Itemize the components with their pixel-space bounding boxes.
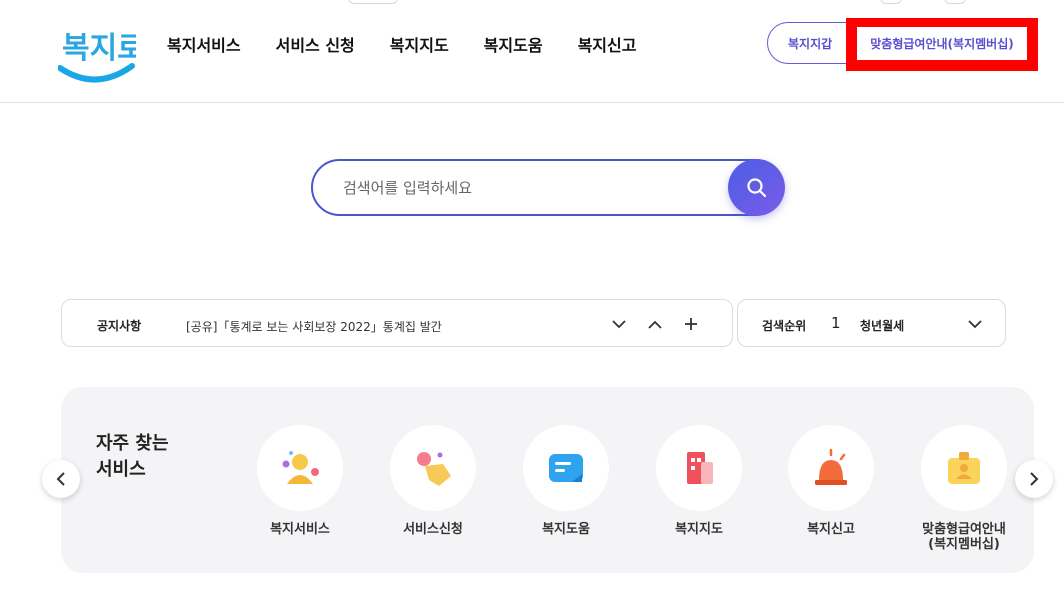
- ranking-number: 1: [831, 314, 841, 332]
- nav-welfare-map[interactable]: 복지지도: [390, 32, 449, 56]
- ranking-expand-button[interactable]: [965, 314, 985, 334]
- main-nav: 복지서비스 서비스 신청 복지지도 복지도움 복지신고: [167, 32, 671, 56]
- service-help[interactable]: 복지도움: [511, 425, 621, 537]
- notice-title: 공지사항: [97, 319, 142, 333]
- nav-welfare-service[interactable]: 복지서비스: [167, 32, 241, 56]
- service-icon-circle: [788, 425, 874, 511]
- service-label: 복지서비스: [270, 522, 330, 537]
- favorites-title-line1: 자주 찾는: [96, 433, 169, 454]
- notice-more-button[interactable]: [681, 314, 701, 334]
- service-apply[interactable]: 서비스신청: [378, 425, 488, 537]
- service-label: 맞춤형급여안내 (복지멤버십): [922, 522, 1006, 552]
- search-icon: [746, 177, 766, 197]
- favorite-services: 자주 찾는 서비스 복지서비스 서비스신청 복지도움 복지지도 복지신고 맞춤형…: [61, 387, 1034, 573]
- search-ranking[interactable]: 검색순위 1 청년월세: [737, 299, 1006, 347]
- membership-guide-button[interactable]: 맞춤형급여안내(복지멤버십): [857, 27, 1027, 60]
- service-membership[interactable]: 맞춤형급여안내 (복지멤버십): [909, 425, 1019, 552]
- id-card-icon: [948, 452, 980, 484]
- plus-icon: [685, 318, 697, 330]
- nav-welfare-help[interactable]: 복지도움: [484, 32, 543, 56]
- search-input[interactable]: [343, 161, 723, 214]
- chevron-left-icon: [56, 472, 65, 486]
- person-icon: [282, 451, 319, 484]
- chevron-up-icon: [648, 320, 662, 329]
- hand-click-icon: [417, 452, 451, 486]
- service-icon-circle: [523, 425, 609, 511]
- notice-headline[interactable]: [공유]「통계로 보는 사회보장 2022」통계집 발간: [186, 318, 442, 335]
- service-report[interactable]: 복지신고: [776, 425, 886, 537]
- favorites-title: 자주 찾는 서비스: [96, 431, 216, 483]
- ranking-keyword[interactable]: 청년월세: [860, 317, 904, 334]
- building-map-icon: [687, 452, 713, 484]
- nav-service-apply[interactable]: 서비스 신청: [276, 32, 355, 56]
- service-label: 복지신고: [807, 522, 855, 537]
- bokjiro-logo[interactable]: 복지로: [57, 20, 145, 88]
- logo-text: 복지로: [62, 31, 136, 66]
- carousel-prev-button[interactable]: [42, 460, 80, 498]
- nav-welfare-report[interactable]: 복지신고: [578, 32, 637, 56]
- ranking-title: 검색순위: [762, 319, 807, 333]
- service-map[interactable]: 복지지도: [644, 425, 754, 537]
- carousel-next-button[interactable]: [1015, 460, 1053, 498]
- chevron-down-icon: [612, 319, 626, 328]
- chat-note-icon: [549, 454, 583, 482]
- notice-bar: 공지사항 [공유]「통계로 보는 사회보장 2022」통계집 발간: [61, 299, 733, 347]
- chevron-right-icon: [1030, 472, 1039, 486]
- notice-next-button[interactable]: [609, 314, 629, 334]
- search-button[interactable]: [728, 159, 785, 216]
- favorites-title-line2: 서비스: [96, 459, 146, 480]
- service-label: 복지지도: [675, 522, 723, 537]
- service-label: 서비스신청: [403, 522, 463, 537]
- service-welfare[interactable]: 복지서비스: [245, 425, 355, 537]
- notice-prev-button[interactable]: [645, 314, 665, 334]
- site-header: 복지로 복지서비스 서비스 신청 복지지도 복지도움 복지신고 복지지갑 맞춤형…: [0, 0, 1064, 103]
- service-icon-circle: [390, 425, 476, 511]
- service-icon-circle: [656, 425, 742, 511]
- service-label: 복지도움: [542, 522, 590, 537]
- service-icon-circle: [921, 425, 1007, 511]
- search-bar: [311, 159, 785, 216]
- chevron-down-icon: [968, 319, 982, 328]
- siren-icon: [815, 448, 847, 485]
- service-icon-circle: [257, 425, 343, 511]
